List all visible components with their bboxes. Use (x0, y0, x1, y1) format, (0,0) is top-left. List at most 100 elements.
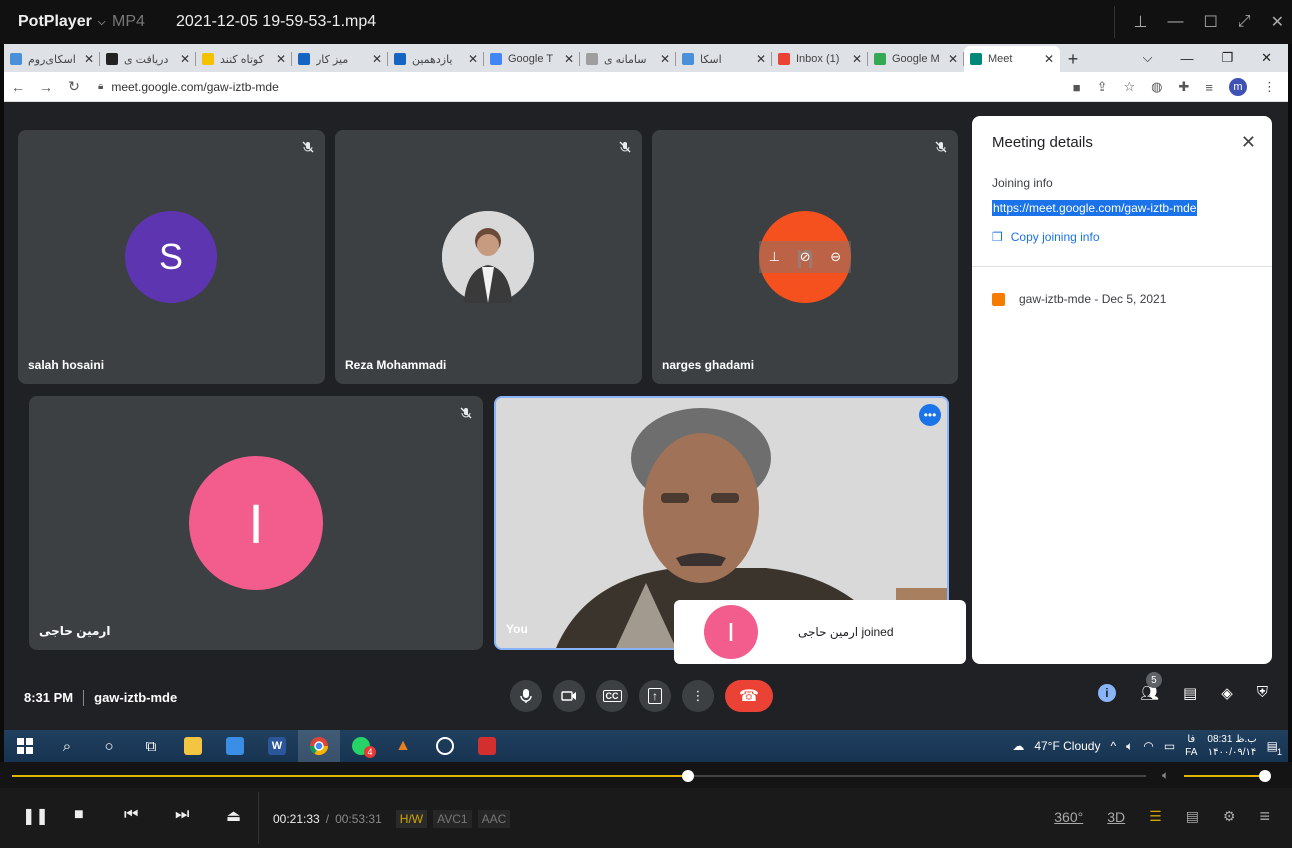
camera-button[interactable] (553, 680, 585, 712)
more-options-icon[interactable]: ••• (919, 404, 941, 426)
menu-hamburger-icon[interactable]: ≡ (1259, 806, 1270, 827)
pause-button[interactable]: ❚❚ (22, 806, 49, 826)
menu-icon[interactable]: ⋮ (1263, 79, 1276, 95)
tab-close-icon[interactable]: ✕ (276, 52, 286, 66)
eject-button[interactable]: ⏏︎ (226, 806, 241, 826)
copy-joining-info-button[interactable]: ❐ Copy joining info (992, 230, 1100, 244)
obs-icon[interactable] (424, 730, 466, 762)
participant-tile[interactable]: S salah hosaini (18, 130, 325, 384)
share-icon[interactable]: ⇪ (1097, 79, 1108, 95)
joining-link[interactable]: https://meet.google.com/gaw-iztb-mde (992, 200, 1198, 216)
extensions-icon[interactable]: ✚ (1179, 79, 1190, 95)
remove-icon[interactable]: ⊖ (830, 249, 841, 265)
fullscreen-button[interactable]: ⤢ (1238, 13, 1251, 31)
search-icon[interactable]: ⌕ (46, 730, 88, 762)
activities-icon[interactable]: ◈ (1221, 684, 1233, 702)
browser-tab[interactable]: اسکا ✕ (676, 46, 772, 72)
cortana-icon[interactable]: ○ (88, 730, 130, 762)
calendar-entry[interactable]: gaw-iztb-mde - Dec 5, 2021 (992, 292, 1166, 306)
chat-icon[interactable]: ▤ (1183, 684, 1197, 702)
language-indicator[interactable]: فا FA (1185, 733, 1197, 759)
3d-button[interactable]: 3D (1107, 809, 1125, 825)
minimize-button[interactable]: — (1167, 13, 1183, 31)
info-icon[interactable]: i (1097, 684, 1116, 702)
volume-icon[interactable]: 🔈︎ (1126, 739, 1133, 754)
browser-tab[interactable]: Inbox (1) ✕ (772, 46, 868, 72)
host-controls-icon[interactable]: ⛨ (1257, 684, 1268, 702)
stop-button[interactable]: ■ (74, 806, 84, 824)
settings-gear-icon[interactable]: ⚙ (1223, 808, 1236, 825)
browser-tab[interactable]: کوتاه کنند ✕ (196, 46, 292, 72)
playlist-icon[interactable]: ▤ (1186, 808, 1199, 825)
browser-tab[interactable]: Meet ✕ (964, 46, 1060, 72)
volume-handle[interactable] (1259, 770, 1271, 782)
browser-tab[interactable]: Google M ✕ (868, 46, 964, 72)
chrome-minimize-button[interactable]: — (1180, 51, 1193, 66)
close-icon[interactable]: ✕ (1241, 132, 1256, 153)
browser-tab[interactable]: سامانه ی ✕ (580, 46, 676, 72)
whatsapp-icon[interactable]: 4 (340, 730, 382, 762)
participant-tile[interactable]: I ارمین حاجی (29, 396, 483, 650)
tab-close-icon[interactable]: ✕ (756, 52, 766, 66)
people-icon[interactable]: 5 👥︎ (1140, 672, 1162, 702)
captions-button[interactable]: CC (596, 680, 628, 712)
url-field[interactable]: 🔒︎ meet.google.com/gaw-iztb-mde (98, 80, 279, 94)
battery-icon[interactable]: ▭ (1164, 739, 1175, 753)
participant-tile[interactable]: n ⊥ ⊘ ⊖ narges ghadami (652, 130, 958, 384)
tab-close-icon[interactable]: ✕ (564, 52, 574, 66)
chrome-close-button[interactable]: ✕ (1261, 50, 1272, 66)
tab-close-icon[interactable]: ✕ (468, 52, 478, 66)
player-menu-button[interactable]: PotPlayer ⌵ (0, 13, 112, 31)
notifications-icon[interactable]: ▤ 1 (1267, 739, 1282, 757)
chevron-up-icon[interactable]: ^ (1110, 739, 1116, 753)
mute-icon[interactable]: ⊘ (800, 249, 811, 265)
new-tab-button[interactable]: + (1060, 46, 1086, 72)
tab-close-icon[interactable]: ✕ (180, 52, 190, 66)
video-codec-tag[interactable]: AVC1 (433, 810, 472, 828)
leave-call-button[interactable]: ☎︎ (725, 680, 773, 712)
speaker-icon[interactable]: 🔈︎ (1162, 768, 1169, 783)
tab-close-icon[interactable]: ✕ (372, 52, 382, 66)
browser-tab[interactable]: Google T ✕ (484, 46, 580, 72)
file-explorer-icon[interactable] (172, 730, 214, 762)
pin-icon[interactable]: ⊥ (1134, 12, 1148, 32)
star-icon[interactable]: ☆ (1124, 79, 1136, 95)
globe-icon[interactable]: ◍ (1151, 79, 1162, 95)
tab-close-icon[interactable]: ✕ (660, 52, 670, 66)
browser-tab[interactable]: میز کار ✕ (292, 46, 388, 72)
profile-avatar[interactable]: m (1229, 78, 1247, 96)
browser-tab[interactable]: یازدهمین ✕ (388, 46, 484, 72)
matlab-icon[interactable]: ▲ (382, 730, 424, 762)
chrome-maximize-button[interactable]: ❐ (1221, 50, 1233, 66)
maximize-button[interactable]: ☐ (1203, 12, 1217, 32)
task-view-icon[interactable]: ⧉ (130, 730, 172, 762)
weather-text[interactable]: 47°F Cloudy (1034, 739, 1100, 753)
playlist-search-icon[interactable]: ☰ (1149, 808, 1162, 825)
tab-close-icon[interactable]: ✕ (852, 52, 862, 66)
word-icon[interactable]: W (256, 730, 298, 762)
mail-icon[interactable] (214, 730, 256, 762)
present-button[interactable]: ↑ (639, 680, 671, 712)
hw-decoder-tag[interactable]: H/W (395, 810, 428, 828)
tab-close-icon[interactable]: ✕ (1044, 52, 1054, 66)
microphone-button[interactable] (510, 680, 542, 712)
browser-tab[interactable]: دریافت ی ✕ (100, 46, 196, 72)
seek-handle[interactable] (681, 770, 694, 782)
volume-slider[interactable] (1184, 770, 1271, 782)
participant-tile[interactable]: Reza Mohammadi (335, 130, 642, 384)
close-button[interactable]: ✕ (1271, 12, 1284, 32)
seek-bar[interactable] (12, 770, 1146, 782)
camera-icon[interactable]: ■ (1073, 80, 1081, 95)
reload-button[interactable]: ↻ (60, 78, 88, 95)
acrobat-icon[interactable] (466, 730, 508, 762)
previous-button[interactable]: ⏮︎ (124, 806, 138, 824)
taskbar-clock[interactable]: 08:31 ب.ظ ۱۴۰۰/۰۹/۱۴ (1207, 733, 1256, 759)
vr-360-button[interactable]: 360° (1054, 809, 1083, 825)
pin-icon[interactable]: ⊥ (769, 249, 780, 265)
network-icon[interactable]: ◠ (1143, 739, 1153, 753)
forward-button[interactable]: → (32, 79, 60, 95)
start-button[interactable] (4, 730, 46, 762)
audio-codec-tag[interactable]: AAC (477, 810, 511, 828)
next-button[interactable]: ⏭︎ (175, 806, 189, 824)
tab-close-icon[interactable]: ✕ (84, 52, 94, 66)
